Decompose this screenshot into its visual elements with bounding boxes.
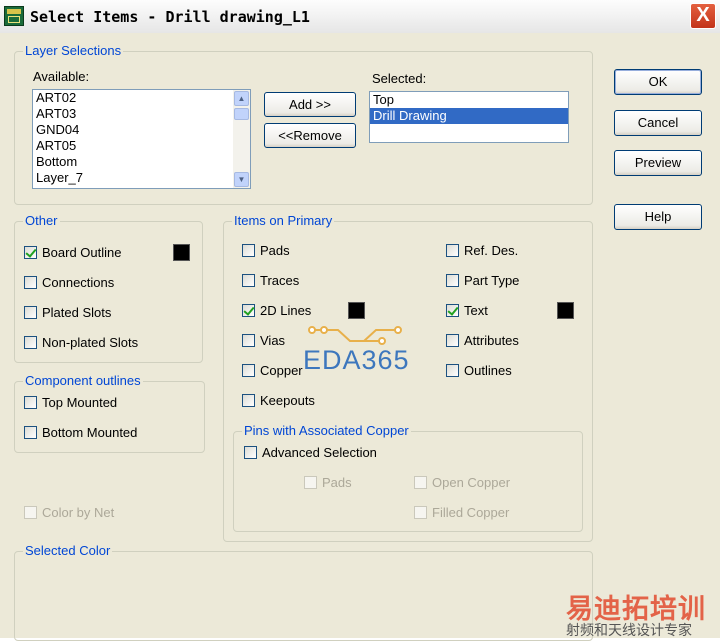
remove-button[interactable]: <<Remove <box>264 123 356 148</box>
advanced-selection-checkbox[interactable] <box>244 446 257 459</box>
board-outline-label: Board Outline <box>42 245 122 260</box>
swatch-fill <box>174 245 189 260</box>
bottom-mounted-label: Bottom Mounted <box>42 425 138 440</box>
help-button[interactable]: Help <box>614 204 702 230</box>
non-plated-slots-label: Non-plated Slots <box>42 335 139 350</box>
2d-lines-label: 2D Lines <box>260 303 312 318</box>
attributes-checkbox[interactable] <box>446 334 459 347</box>
keepouts-checkbox[interactable] <box>242 394 255 407</box>
non-plated-slots-checkbox[interactable] <box>24 336 37 349</box>
scroll-thumb[interactable] <box>234 108 249 120</box>
list-item[interactable]: ART02 <box>33 90 250 106</box>
items-on-primary-title: Items on Primary <box>232 213 335 228</box>
keepouts-label: Keepouts <box>260 393 315 408</box>
help-button-label: Help <box>644 209 672 224</box>
open-copper-checkbox[interactable] <box>414 476 427 489</box>
ok-button[interactable]: OK <box>614 69 702 95</box>
available-layers-list[interactable]: ART02 ART03 GND04 ART05 Bottom Layer_7 ▲… <box>32 89 251 189</box>
title-bar: Select Items - Drill drawing_L1 X <box>0 0 720 33</box>
add-button[interactable]: Add >> <box>264 92 356 117</box>
pins-pads-checkbox[interactable] <box>304 476 317 489</box>
remove-button-label: <<Remove <box>278 128 342 143</box>
available-label: Available: <box>33 69 90 84</box>
cancel-button-label: Cancel <box>637 115 679 130</box>
pins-copper-title: Pins with Associated Copper <box>242 423 411 438</box>
color-by-net-checkbox[interactable] <box>24 506 37 519</box>
text-label: Text <box>464 303 488 318</box>
preview-button-label: Preview <box>634 155 682 170</box>
ref-des-label: Ref. Des. <box>464 243 519 258</box>
selected-label: Selected: <box>372 71 427 86</box>
selected-layers-list[interactable]: Top Drill Drawing <box>369 91 569 143</box>
plated-slots-checkbox[interactable] <box>24 306 37 319</box>
traces-checkbox[interactable] <box>242 274 255 287</box>
list-item[interactable]: Layer_7 <box>33 170 250 186</box>
part-type-label: Part Type <box>464 273 520 288</box>
pads-checkbox[interactable] <box>242 244 255 257</box>
advanced-selection-label: Advanced Selection <box>262 445 377 460</box>
board-outline-color-swatch[interactable] <box>173 244 190 261</box>
close-button[interactable]: X <box>690 3 716 29</box>
scroll-up-icon[interactable]: ▲ <box>234 91 249 106</box>
2d-lines-checkbox[interactable] <box>242 304 255 317</box>
connections-checkbox[interactable] <box>24 276 37 289</box>
filled-copper-label: Filled Copper <box>432 505 510 520</box>
available-list-scrollbar[interactable]: ▲ ▼ <box>233 90 250 188</box>
pads-app-icon <box>4 6 24 26</box>
outlines-label: Outlines <box>464 363 512 378</box>
ref-des-checkbox[interactable] <box>446 244 459 257</box>
text-color-swatch[interactable] <box>557 302 574 319</box>
list-item[interactable]: GND04 <box>33 122 250 138</box>
list-item[interactable]: Bottom <box>33 154 250 170</box>
attributes-label: Attributes <box>464 333 519 348</box>
pins-pads-label: Pads <box>322 475 352 490</box>
open-copper-label: Open Copper <box>432 475 511 490</box>
add-button-label: Add >> <box>289 97 331 112</box>
copper-label: Copper <box>260 363 303 378</box>
selected-color-group: Selected Color <box>14 543 593 641</box>
ok-button-label: OK <box>648 74 668 89</box>
bottom-mounted-checkbox[interactable] <box>24 426 37 439</box>
dialog-client-area: Layer Selections Available: ART02 ART03 … <box>0 33 720 641</box>
preview-button[interactable]: Preview <box>614 150 702 176</box>
list-item[interactable]: Top <box>370 92 568 108</box>
vias-label: Vias <box>260 333 286 348</box>
window-title: Select Items - Drill drawing_L1 <box>30 8 310 26</box>
text-checkbox[interactable] <box>446 304 459 317</box>
corner-logo-sub: 射频和天线设计专家 <box>566 622 692 638</box>
pads-label: Pads <box>260 243 290 258</box>
eda365-watermark: EDA365 <box>302 321 420 381</box>
color-by-net-label: Color by Net <box>42 505 115 520</box>
top-mounted-label: Top Mounted <box>42 395 118 410</box>
2d-lines-color-swatch[interactable] <box>348 302 365 319</box>
part-type-checkbox[interactable] <box>446 274 459 287</box>
list-item[interactable]: ART05 <box>33 138 250 154</box>
cancel-button[interactable]: Cancel <box>614 110 702 136</box>
connections-label: Connections <box>42 275 115 290</box>
component-outlines-group: Component outlines <box>14 373 205 453</box>
vias-checkbox[interactable] <box>242 334 255 347</box>
other-title: Other <box>23 213 60 228</box>
board-outline-checkbox[interactable] <box>24 246 37 259</box>
outlines-checkbox[interactable] <box>446 364 459 377</box>
selected-color-title: Selected Color <box>23 543 113 558</box>
copper-checkbox[interactable] <box>242 364 255 377</box>
filled-copper-checkbox[interactable] <box>414 506 427 519</box>
traces-label: Traces <box>260 273 300 288</box>
watermark-text: EDA365 <box>303 345 410 375</box>
scroll-down-icon[interactable]: ▼ <box>234 172 249 187</box>
list-item[interactable]: ART03 <box>33 106 250 122</box>
top-mounted-checkbox[interactable] <box>24 396 37 409</box>
list-item-selected[interactable]: Drill Drawing <box>370 108 568 124</box>
component-outlines-title: Component outlines <box>23 373 143 388</box>
plated-slots-label: Plated Slots <box>42 305 112 320</box>
layer-selections-title: Layer Selections <box>23 43 124 58</box>
